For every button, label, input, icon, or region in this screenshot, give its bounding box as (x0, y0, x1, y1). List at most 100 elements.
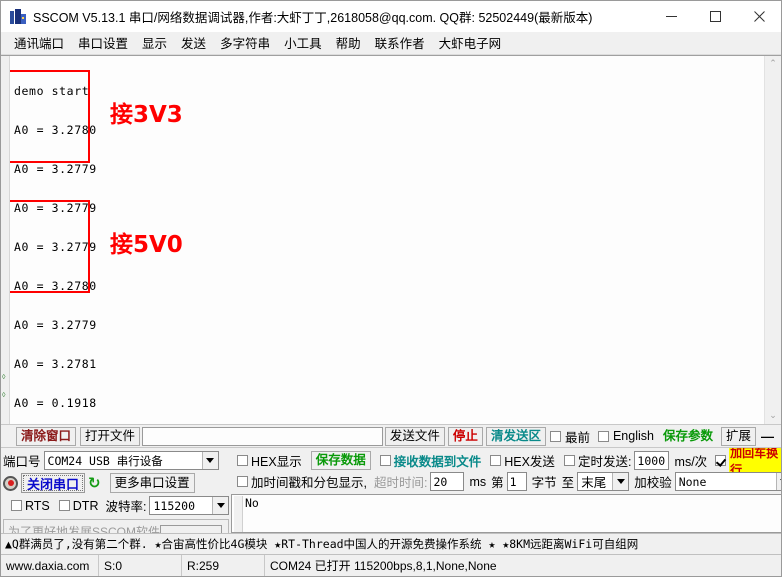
menu-item-tools[interactable]: 小工具 (277, 34, 329, 54)
receive-gutter: ◊ ◊ (1, 56, 10, 424)
byte-label: 字节 (531, 476, 557, 490)
save-data-button[interactable]: 保存数据 (310, 451, 371, 470)
maximize-icon[interactable] (693, 1, 737, 32)
timed-send-input[interactable]: 1000 (634, 451, 669, 470)
advertisement-bar: ▲Q群满员了,没有第二个群. ★合宙高性价比4G模块 ★RT-Thread中国人… (1, 533, 781, 555)
file-path-input[interactable] (142, 426, 383, 446)
send-text-value: No (245, 496, 259, 510)
menu-item-serial-settings[interactable]: 串口设置 (71, 34, 135, 54)
stop-button[interactable]: 停止 (447, 426, 483, 446)
close-port-button[interactable]: 关闭串口 (21, 473, 86, 493)
timestamp-checkbox[interactable] (237, 476, 248, 487)
registration-promo: 为了更好地发展SSCOM软件 请您注册嘉立创结尾客户 发 送 (3, 519, 229, 533)
checksum-label: 加校验 (634, 476, 672, 490)
receive-line: A0 = 3.2779 (14, 318, 97, 332)
english-checkbox[interactable]: English (594, 429, 658, 443)
advertisement-text[interactable]: ▲Q群满员了,没有第二个群. ★合宙高性价比4G模块 ★RT-Thread中国人… (5, 536, 638, 552)
topmost-label: 最前 (564, 430, 590, 445)
hex-send-checkbox[interactable] (490, 455, 502, 466)
status-website[interactable]: www.daxia.com (1, 555, 99, 576)
receive-line: demo start (14, 84, 90, 98)
title-bar: SSCOM V5.13.1 串口/网络数据调试器,作者:大虾丁丁,2618058… (1, 1, 781, 33)
dtr-label: DTR (72, 498, 99, 513)
timeout-input[interactable]: 20 (430, 472, 465, 491)
status-received-count: R:259 (182, 555, 265, 576)
receive-options-row: HEX显示 保存数据 接收数据到文件 HEX发送 定时发送: 1000 ms/次… (229, 448, 781, 478)
status-bar: www.daxia.com S:0 R:259 COM24 已打开 115200… (1, 555, 781, 576)
settings-panel: 端口号 COM24 USB 串行设备 关闭串口 ↻ 更多串口设置 RTS DTR (1, 447, 781, 533)
minimize-icon[interactable] (649, 1, 693, 32)
menu-item-help[interactable]: 帮助 (329, 34, 368, 54)
chevron-down-icon[interactable] (201, 452, 218, 469)
english-label: English (612, 429, 654, 443)
menu-item-send[interactable]: 发送 (174, 34, 213, 54)
scroll-up-icon[interactable]: ⌃ (769, 56, 777, 72)
receive-line: A0 = 3.2779 (14, 162, 97, 176)
send-file-button[interactable]: 发送文件 (384, 426, 445, 446)
topmost-checkbox-box[interactable] (549, 430, 561, 442)
status-connection-info: COM24 已打开 115200bps,8,1,None,None (270, 559, 497, 573)
send-area-gutter (234, 496, 243, 532)
open-file-button[interactable]: 打开文件 (80, 426, 141, 446)
topmost-checkbox[interactable]: 最前 (546, 427, 594, 446)
annotation-label-5v0: 接5V0 (110, 232, 183, 258)
chevron-down-icon[interactable] (612, 473, 629, 490)
receive-line: A0 = 3.2781 (14, 357, 97, 371)
menu-item-display[interactable]: 显示 (135, 34, 174, 54)
rts-label: RTS (25, 498, 50, 513)
menu-item-multi-string[interactable]: 多字符串 (213, 34, 277, 54)
app-logo-icon (10, 8, 26, 25)
save-params-button[interactable]: 保存参数 (657, 426, 718, 446)
action-toolbar: 清除窗口 打开文件 发送文件 停止 清发送区 最前 English 保存参数 扩… (1, 424, 781, 447)
checksum-value: None (678, 474, 707, 489)
hex-send-label: HEX发送 (504, 455, 555, 469)
hex-display-label: HEX显示 (251, 455, 302, 469)
menu-item-contact-author[interactable]: 联系作者 (368, 34, 432, 54)
menu-item-daxia-web[interactable]: 大虾电子网 (432, 34, 509, 54)
byte-end-select[interactable]: 末尾 (577, 472, 630, 491)
hex-display-checkbox[interactable] (237, 455, 248, 466)
byte-index-input[interactable]: 1 (506, 472, 527, 491)
clear-window-button[interactable]: 清除窗口 (16, 426, 77, 446)
to-label: 至 (561, 476, 575, 490)
send-button[interactable]: 发 送 (160, 525, 222, 533)
receive-text[interactable]: demo start A0 = 3.2780 A0 = 3.2779 A0 = … (10, 56, 764, 424)
window-controls (649, 1, 781, 32)
chevron-down-icon[interactable] (212, 497, 228, 514)
timestamp-options-row: 加时间戳和分包显示, 超时时间: 20 ms 第 1 字节 至 末尾 加校验 N… (229, 471, 781, 492)
baud-select-value: 115200 (153, 498, 196, 513)
port-select[interactable]: COM24 USB 串行设备 (43, 451, 219, 470)
baud-select[interactable]: 115200 (149, 496, 229, 515)
refresh-ports-icon[interactable]: ↻ (88, 476, 101, 491)
port-settings-column: 端口号 COM24 USB 串行设备 关闭串口 ↻ 更多串口设置 RTS DTR (1, 448, 229, 533)
crlf-checkbox[interactable] (715, 455, 727, 466)
baud-label: 波特率: (105, 500, 147, 514)
receive-area: ◊ ◊ demo start A0 = 3.2780 A0 = 3.2779 A… (1, 55, 781, 424)
byte-prefix-label: 第 (491, 476, 504, 490)
chevron-down-icon[interactable] (775, 473, 781, 490)
scroll-down-icon[interactable]: ⌄ (769, 408, 777, 424)
english-checkbox-box[interactable] (597, 430, 609, 442)
close-port-label: 关闭串口 (27, 476, 80, 492)
send-text-area[interactable]: No (231, 494, 781, 533)
dtr-checkbox[interactable] (58, 500, 70, 511)
status-led-icon (3, 475, 18, 491)
extend-button[interactable]: 扩展 (720, 426, 756, 446)
menu-item-comm-port[interactable]: 通讯端口 (7, 34, 71, 54)
promo-line-1: 为了更好地发展SSCOM软件 (8, 525, 161, 533)
collapse-icon[interactable]: — (756, 429, 779, 444)
timeout-unit: ms (469, 474, 487, 489)
close-icon[interactable] (737, 1, 781, 32)
more-port-settings-button[interactable]: 更多串口设置 (109, 473, 195, 493)
receive-line: A0 = 0.1918 (14, 396, 97, 410)
rts-checkbox[interactable] (11, 500, 22, 511)
checksum-select[interactable]: None (674, 472, 781, 491)
recv-to-file-checkbox[interactable] (379, 455, 391, 466)
receive-scrollbar[interactable]: ⌃ ⌄ (764, 56, 781, 424)
timed-send-checkbox[interactable] (563, 455, 575, 466)
byte-end-value: 末尾 (581, 476, 607, 490)
menu-bar: 通讯端口 串口设置 显示 发送 多字符串 小工具 帮助 联系作者 大虾电子网 (1, 33, 781, 55)
promo-text: 为了更好地发展SSCOM软件 请您注册嘉立创结尾客户 (4, 525, 160, 533)
clear-send-area-button[interactable]: 清发送区 (485, 426, 546, 446)
receive-line: A0 = 3.2779 (14, 201, 97, 215)
